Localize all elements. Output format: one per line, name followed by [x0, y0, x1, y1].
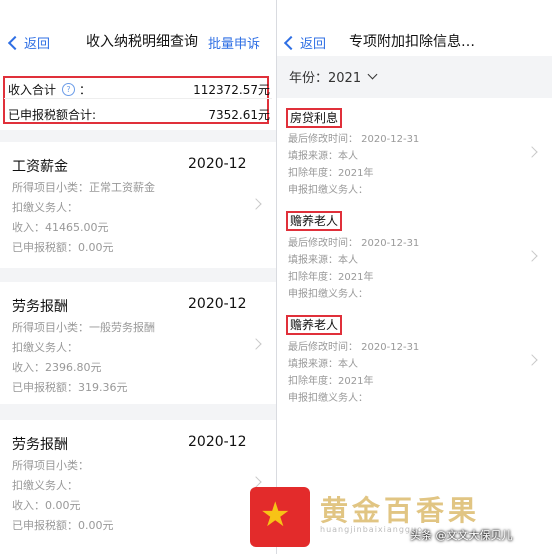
record-subtype: 所得项目小类：正常工资薪金	[12, 181, 155, 194]
withholding-agent: 申报扣缴义务人：	[288, 185, 368, 196]
tax-total-value: 7352.61元	[208, 107, 270, 122]
withholding-agent: 申报扣缴义务人：	[288, 393, 368, 404]
back-button[interactable]: 返回	[283, 33, 327, 52]
watermark-url: huangjinbaixiangguo	[320, 525, 423, 534]
year-label: 年份：2021	[289, 71, 362, 86]
record-income: 收入：41465.00元	[12, 221, 109, 234]
watermark: ★ 黄金百香果 huangjinbaixiangguo 头条 @文文大保贝儿	[250, 487, 552, 554]
back-label: 返回	[300, 37, 327, 52]
help-icon[interactable]: ?	[62, 82, 76, 96]
chevron-right-icon	[526, 146, 538, 158]
watermark-author: 头条 @文文大保贝儿	[410, 529, 513, 542]
source: 填报来源：本人	[288, 151, 358, 162]
income-total-value: 112372.57元	[193, 82, 270, 97]
year-filter: 年份：2021	[277, 56, 552, 94]
source: 填报来源：本人	[288, 359, 358, 370]
nav-bar: 返回 收入纳税明细查询 批量申诉	[0, 0, 276, 78]
record-agent: 扣缴义务人：	[12, 201, 78, 214]
back-button[interactable]: 返回	[7, 33, 51, 52]
record-date: 2020-12	[188, 156, 247, 172]
deduction-year: 扣除年度：2021年	[288, 168, 374, 179]
divider	[4, 98, 272, 99]
star-icon: ★	[260, 495, 291, 535]
income-summary: 收入合计 ? ： 112372.57元 已申报税额合计: 7352.61元	[0, 72, 276, 130]
chevron-down-icon	[367, 69, 378, 80]
batch-appeal-button[interactable]: 批量申诉	[208, 33, 260, 52]
income-colon: ：	[79, 82, 92, 97]
deduction-title: 赡养老人	[286, 211, 343, 231]
record-date: 2020-12	[188, 296, 247, 312]
chevron-right-icon	[250, 476, 262, 488]
deduction-year: 扣除年度：2021年	[288, 376, 374, 387]
record-tax: 已申报税额：0.00元	[12, 241, 114, 254]
last-modified: 最后修改时间： 2020-12-31	[288, 238, 420, 249]
nav-bar: 返回 专项附加扣除信息…	[277, 0, 552, 56]
record-income: 收入：0.00元	[12, 499, 81, 512]
back-label: 返回	[24, 37, 51, 52]
year-selector[interactable]: 年份：2021	[289, 67, 378, 86]
last-modified: 最后修改时间： 2020-12-31	[288, 134, 420, 145]
income-tax-detail-screen: 返回 收入纳税明细查询 批量申诉 收入合计 ? ： 112372.57元 已申报…	[0, 0, 276, 554]
page-title: 收入纳税明细查询	[86, 34, 198, 50]
record-income: 收入：2396.80元	[12, 361, 102, 374]
brand-logo: ★	[250, 487, 310, 547]
record-date: 2020-12	[188, 434, 247, 450]
income-total-row: 收入合计 ? ： 112372.57元	[8, 78, 270, 100]
chevron-right-icon	[250, 338, 262, 350]
source: 填报来源：本人	[288, 255, 358, 266]
income-record-card[interactable]: 工资薪金 2020-12 所得项目小类：正常工资薪金 扣缴义务人： 收入：414…	[0, 142, 276, 268]
record-agent: 扣缴义务人：	[12, 479, 78, 492]
record-agent: 扣缴义务人：	[12, 341, 78, 354]
chevron-right-icon	[250, 198, 262, 210]
special-deduction-screen: 返回 专项附加扣除信息… 年份：2021 房贷利息 最后修改时间： 2020-1…	[277, 0, 552, 554]
income-total-label: 收入合计	[8, 82, 57, 97]
withholding-agent: 申报扣缴义务人：	[288, 289, 368, 300]
watermark-brand: 黄金百香果	[320, 494, 481, 527]
deduction-year: 扣除年度：2021年	[288, 272, 374, 283]
record-tax: 已申报税额：319.36元	[12, 381, 128, 394]
deduction-title: 房贷利息	[286, 108, 343, 128]
tax-total-row: 已申报税额合计: 7352.61元	[8, 103, 270, 125]
record-type: 劳务报酬	[12, 299, 68, 315]
record-tax: 已申报税额：0.00元	[12, 519, 114, 532]
page-title: 专项附加扣除信息…	[349, 34, 475, 50]
last-modified: 最后修改时间： 2020-12-31	[288, 342, 420, 353]
chevron-left-icon	[283, 35, 299, 50]
deduction-list: 房贷利息 最后修改时间： 2020-12-31 填报来源：本人 扣除年度：202…	[277, 98, 552, 554]
chevron-right-icon	[526, 250, 538, 262]
deduction-title: 赡养老人	[286, 315, 343, 335]
record-type: 工资薪金	[12, 159, 68, 175]
record-subtype: 所得项目小类：一般劳务报酬	[12, 321, 155, 334]
income-record-card[interactable]: 劳务报酬 2020-12 所得项目小类： 扣缴义务人： 收入：0.00元 已申报…	[0, 420, 276, 554]
chevron-left-icon	[7, 35, 23, 50]
record-subtype: 所得项目小类：	[12, 459, 89, 472]
record-type: 劳务报酬	[12, 437, 68, 453]
income-record-card[interactable]: 劳务报酬 2020-12 所得项目小类：一般劳务报酬 扣缴义务人： 收入：239…	[0, 282, 276, 404]
tax-total-label: 已申报税额合计:	[8, 107, 97, 122]
chevron-right-icon	[526, 354, 538, 366]
